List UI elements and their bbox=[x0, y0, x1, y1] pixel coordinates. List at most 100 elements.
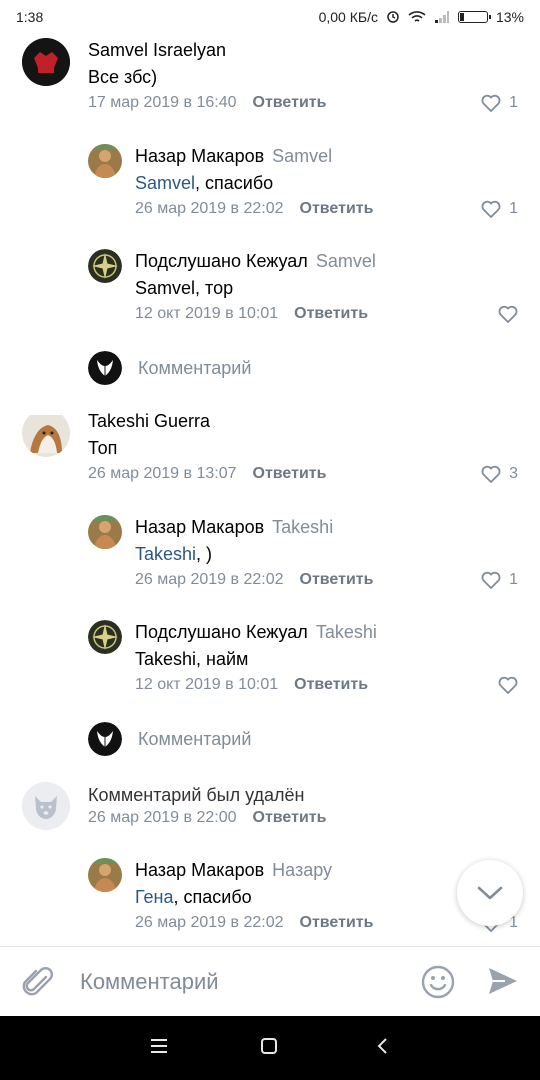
reply-button[interactable]: Ответить bbox=[300, 200, 374, 217]
reply-input-row[interactable]: Комментарий bbox=[88, 351, 251, 385]
comment-date: 26 мар 2019 в 22:02 bbox=[135, 914, 284, 931]
mention-link[interactable]: Samvel bbox=[135, 173, 195, 193]
reply-to-name: Назару bbox=[272, 860, 333, 880]
comment-author[interactable]: Назар Макаров Takeshi bbox=[135, 517, 333, 538]
smile-icon bbox=[421, 965, 455, 999]
comment-meta: 26 мар 2019 в 22:02 Ответить bbox=[135, 914, 373, 932]
reply-button[interactable]: Ответить bbox=[300, 571, 374, 588]
like-button[interactable] bbox=[498, 676, 518, 694]
like-count: 1 bbox=[509, 94, 518, 111]
comment-date: 26 мар 2019 в 22:02 bbox=[135, 200, 284, 217]
comment-date: 26 мар 2019 в 22:00 bbox=[88, 809, 237, 826]
heart-icon bbox=[498, 305, 518, 323]
back-chevron-icon bbox=[377, 1038, 387, 1054]
like-count: 3 bbox=[509, 465, 518, 482]
comments-feed[interactable]: Samvel Israelyan Все збс) 17 мар 2019 в … bbox=[0, 34, 540, 944]
comment-meta: 12 окт 2019 в 10:01 Ответить bbox=[135, 676, 368, 694]
network-speed: 0,00 КБ/с bbox=[318, 9, 378, 25]
heart-icon bbox=[481, 200, 501, 218]
send-button[interactable] bbox=[487, 966, 519, 1001]
mention-link[interactable]: Гена bbox=[135, 887, 174, 907]
comment-author[interactable]: Подслушано Кежуал Takeshi bbox=[135, 622, 377, 643]
status-time: 1:38 bbox=[16, 9, 44, 25]
reply-to-name: Takeshi bbox=[315, 622, 377, 642]
like-button[interactable]: 1 bbox=[481, 94, 518, 112]
like-count: 1 bbox=[509, 571, 518, 588]
emoji-button[interactable] bbox=[421, 965, 455, 1004]
compass-avatar[interactable] bbox=[88, 620, 122, 654]
comment-input[interactable]: Комментарий bbox=[80, 969, 219, 995]
user-avatar bbox=[88, 722, 122, 756]
reply-button[interactable]: Ответить bbox=[294, 305, 368, 322]
heart-icon bbox=[481, 571, 501, 589]
deleted-dog-avatar bbox=[22, 782, 70, 830]
reply-button[interactable]: Ответить bbox=[253, 94, 327, 111]
reply-input-placeholder: Комментарий bbox=[138, 728, 252, 749]
system-nav-bar bbox=[0, 1016, 540, 1080]
comment-text: Samvel, тор bbox=[135, 278, 234, 298]
wifi-icon bbox=[408, 11, 426, 22]
reply-to-name: Samvel bbox=[272, 146, 333, 166]
comment-text: Takeshi, ) bbox=[135, 544, 213, 564]
heart-icon bbox=[481, 465, 501, 483]
comment-author[interactable]: Назар Макаров Samvel bbox=[135, 146, 332, 167]
comment-date: 12 окт 2019 в 10:01 bbox=[135, 305, 279, 322]
reply-button[interactable]: Ответить bbox=[294, 676, 368, 693]
alarm-icon bbox=[387, 11, 399, 23]
reply-button[interactable]: Ответить bbox=[300, 914, 374, 931]
paperclip-icon bbox=[22, 967, 53, 996]
logo-avatar[interactable] bbox=[22, 38, 70, 86]
chevron-down-icon bbox=[477, 886, 503, 900]
attach-button[interactable] bbox=[22, 965, 54, 1004]
comment-date: 26 мар 2019 в 22:02 bbox=[135, 571, 284, 588]
comment-text: Топ bbox=[88, 438, 118, 458]
scroll-down-button[interactable] bbox=[457, 860, 523, 926]
reply-button[interactable]: Ответить bbox=[253, 465, 327, 482]
comment-date: 12 окт 2019 в 10:01 bbox=[135, 676, 279, 693]
photo-avatar[interactable] bbox=[88, 858, 122, 892]
nav-menu-button[interactable] bbox=[150, 1037, 168, 1060]
photo-avatar[interactable] bbox=[88, 144, 122, 178]
nav-home-button[interactable] bbox=[260, 1037, 278, 1060]
comment-author[interactable]: Samvel Israelyan bbox=[88, 40, 226, 61]
like-button[interactable] bbox=[498, 305, 518, 323]
comment-author[interactable]: Takeshi Guerra bbox=[88, 411, 210, 432]
home-square-icon bbox=[261, 1038, 277, 1054]
battery-percent: 13% bbox=[495, 9, 524, 25]
comment-text: Samvel, спасибо bbox=[135, 173, 274, 193]
like-button[interactable]: 1 bbox=[481, 571, 518, 589]
heart-icon bbox=[498, 676, 518, 694]
user-avatar bbox=[88, 351, 122, 385]
reply-button[interactable]: Ответить bbox=[253, 809, 327, 826]
heart-icon bbox=[481, 94, 501, 112]
compass-avatar[interactable] bbox=[88, 249, 122, 283]
mention-link[interactable]: Takeshi bbox=[135, 544, 196, 564]
comment-text: Takeshi, найм bbox=[135, 649, 249, 669]
comment-meta: 12 окт 2019 в 10:01 Ответить bbox=[135, 305, 368, 323]
status-bar: 1:38 0,00 КБ/с 13% bbox=[0, 0, 540, 34]
comment-text: Гена, спасибо bbox=[135, 887, 252, 907]
send-icon bbox=[489, 968, 517, 994]
comment-meta: 17 мар 2019 в 16:40 Ответить bbox=[88, 94, 326, 112]
comment-author[interactable]: Подслушано Кежуал Samvel bbox=[135, 251, 376, 272]
like-button[interactable]: 1 bbox=[481, 200, 518, 218]
comment-meta: 26 мар 2019 в 22:00 Ответить bbox=[88, 809, 326, 827]
menu-icon bbox=[151, 1039, 167, 1053]
comment-date: 26 мар 2019 в 13:07 bbox=[88, 465, 237, 482]
comment-date: 17 мар 2019 в 16:40 bbox=[88, 94, 237, 111]
like-button[interactable]: 3 bbox=[481, 465, 518, 483]
nav-back-button[interactable] bbox=[374, 1037, 392, 1060]
comment-meta: 26 мар 2019 в 22:02 Ответить bbox=[135, 200, 373, 218]
photo-avatar[interactable] bbox=[88, 515, 122, 549]
comment-author[interactable]: Назар Макаров Назару bbox=[135, 860, 332, 881]
reply-to-name: Takeshi bbox=[272, 517, 334, 537]
comment-meta: 26 мар 2019 в 22:02 Ответить bbox=[135, 571, 373, 589]
like-count: 1 bbox=[509, 200, 518, 217]
comment-composer: Комментарий bbox=[0, 946, 540, 1016]
signal-icon bbox=[434, 11, 449, 23]
dog-avatar[interactable] bbox=[22, 409, 70, 457]
reply-to-name: Samvel bbox=[315, 251, 376, 271]
reply-input-row[interactable]: Комментарий bbox=[88, 722, 251, 756]
battery-icon bbox=[457, 11, 491, 23]
deleted-comment-text: Комментарий был удалён bbox=[88, 785, 305, 805]
